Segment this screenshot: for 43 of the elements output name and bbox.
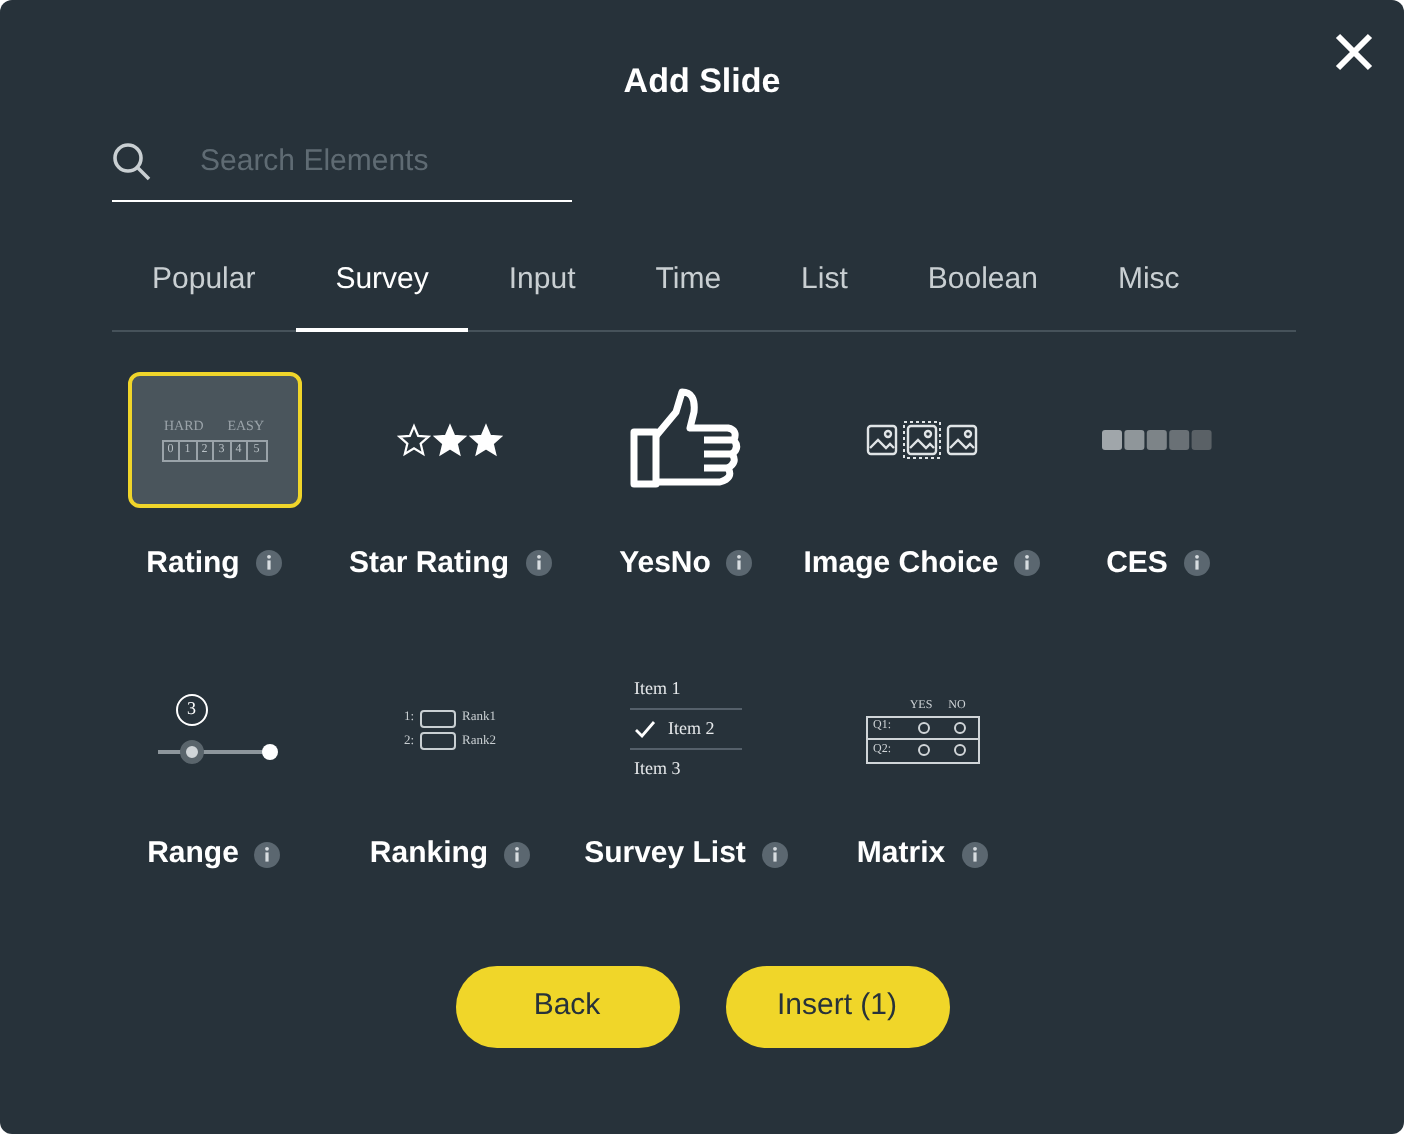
info-icon[interactable] [761, 841, 788, 868]
search-field[interactable]: Search Elements [200, 139, 540, 184]
value-bubble: 3 [175, 694, 208, 726]
dialog-title: Add Slide [623, 60, 781, 104]
element-label: Survey List [584, 834, 746, 874]
list-item: Item 1 [634, 675, 681, 702]
rank-slot [420, 732, 457, 751]
tab[interactable]: List [761, 258, 888, 331]
element-label: Image Choice [803, 543, 999, 583]
tab[interactable]: Survey [295, 258, 469, 331]
element-label: YesNo [619, 543, 711, 583]
tab[interactable]: Misc [1077, 258, 1220, 331]
dialog-button[interactable]: Insert (1) [725, 966, 949, 1048]
element-label: CES [1106, 543, 1168, 583]
tab[interactable]: Boolean [887, 258, 1078, 331]
element-label: Star Rating [348, 543, 509, 583]
list-item: Item 3 [634, 756, 681, 783]
tab[interactable]: Input [468, 258, 616, 331]
info-icon[interactable] [1183, 550, 1210, 577]
element-label: Rating [146, 543, 240, 583]
dialog-button[interactable]: Back [455, 966, 679, 1048]
rank-slot [420, 709, 457, 728]
tab[interactable]: Time [615, 258, 762, 331]
close-button[interactable] [1332, 30, 1376, 74]
info-icon[interactable] [961, 841, 988, 868]
search-icon [112, 141, 152, 182]
element-thumbnail[interactable]: Item 1 Item 2 Item 3 [599, 662, 773, 798]
element-label: Ranking [369, 834, 489, 874]
effort-scale-icon [1102, 429, 1214, 449]
slider-thumb[interactable] [179, 740, 204, 764]
info-icon[interactable] [1014, 550, 1041, 577]
info-icon[interactable] [525, 550, 551, 577]
image-choice-icon [866, 419, 978, 459]
element-label: Matrix [856, 834, 946, 874]
element-label: Range [147, 834, 239, 874]
element-thumbnail[interactable]: 3 [127, 662, 301, 798]
info-icon[interactable] [254, 841, 281, 868]
info-icon[interactable] [726, 550, 753, 577]
tab[interactable]: Popular [112, 258, 296, 331]
thumbs-up-icon [628, 387, 744, 491]
list-item: Item 2 [668, 715, 715, 742]
info-icon[interactable] [255, 550, 282, 577]
info-icon[interactable] [504, 841, 531, 868]
